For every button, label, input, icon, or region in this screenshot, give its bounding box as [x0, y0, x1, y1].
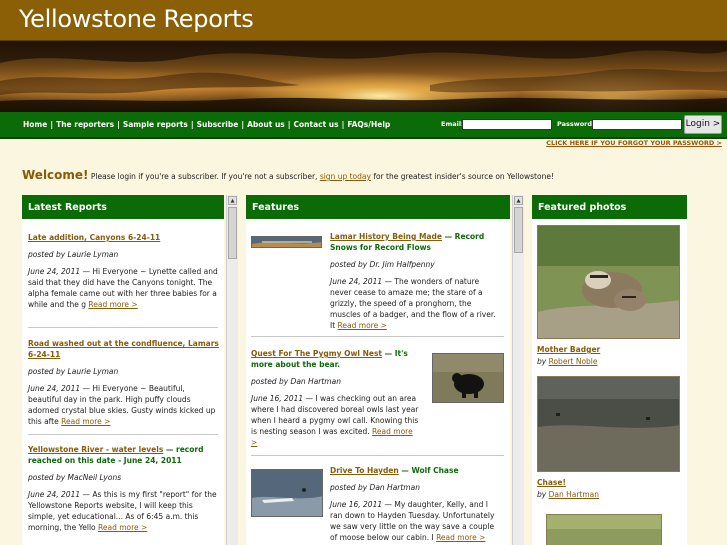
nav-subscribe[interactable]: Subscribe	[197, 120, 239, 129]
main-navbar: Home | The reporters | Sample reports | Subscr…	[0, 112, 727, 139]
feature-excerpt: June 24, 2011 — The wonders of nature ne…	[330, 276, 500, 331]
nav-the-reporters[interactable]: The reporters	[56, 120, 114, 129]
list-item: Yellowstone River - water levels — recor…	[28, 444, 220, 533]
password-field[interactable]	[592, 119, 682, 130]
feature-author: posted by Dr. Jim Halfpenny	[330, 260, 435, 269]
feature-author: posted by Dan Hartman	[251, 377, 341, 386]
report-author: posted by Laurie Lyman	[28, 250, 119, 259]
read-more-link[interactable]: Read more >	[338, 321, 387, 330]
report-excerpt: June 24, 2011 — Hi Everyone ~ Lynette ca…	[28, 266, 220, 310]
nav-separator: |	[50, 120, 54, 129]
photo-credit-prefix: by	[537, 490, 549, 499]
features-heading: Features	[246, 195, 510, 219]
sign-up-link[interactable]: sign up today	[320, 172, 371, 181]
list-item: Late addition, Canyons 6-24-11 posted by…	[28, 232, 220, 310]
read-more-link[interactable]: Read more >	[436, 533, 485, 542]
features-panel: Features Lamar History Being Made — Reco…	[246, 195, 524, 545]
report-date: June 24, 2011	[28, 490, 81, 499]
report-author: posted by Laurie Lyman	[28, 367, 119, 376]
login-button[interactable]: Login >	[684, 115, 722, 134]
scroll-thumb[interactable]	[228, 207, 237, 259]
list-item: Drive To Hayden — Wolf Chase posted by D…	[330, 465, 500, 543]
photos-side-space	[689, 195, 727, 545]
read-more-link[interactable]: Read more >	[88, 300, 137, 309]
feature-title-link[interactable]: Lamar History Being Made	[330, 232, 442, 241]
feature-thumbnail[interactable]	[251, 236, 322, 248]
latest-reports-panel: Latest Reports Late addition, Canyons 6-…	[22, 195, 238, 545]
feature-date: June 16, 2011	[251, 394, 304, 403]
nav-contact-us[interactable]: Contact us	[294, 120, 339, 129]
photo-credit: by Robert Noble	[537, 357, 598, 366]
divider	[28, 434, 218, 435]
featured-photos-list: Mother Badger by Robert Noble Chase! by …	[532, 219, 687, 545]
list-item: Road washed out at the condfluence, Lama…	[28, 338, 220, 427]
report-author: posted by MacNeil Lyons	[28, 473, 122, 482]
divider	[251, 336, 504, 337]
report-title-link[interactable]: Road washed out at the condfluence, Lama…	[28, 339, 219, 359]
feature-excerpt: June 16, 2011 — My daughter, Kelly, and …	[330, 499, 500, 543]
feature-thumbnail[interactable]	[251, 469, 323, 517]
read-more-link[interactable]: Read more >	[61, 417, 110, 426]
scroll-up-arrow-icon[interactable]: ▲	[228, 196, 237, 205]
photo-thumbnail[interactable]	[546, 514, 662, 545]
feature-date: June 16, 2011	[330, 500, 383, 509]
nav-separator: |	[190, 120, 194, 129]
photo-credit: by Dan Hartman	[537, 490, 599, 499]
feature-excerpt: June 16, 2011 — I was checking out an ar…	[251, 393, 421, 448]
nav-separator: |	[117, 120, 120, 129]
nav-separator: |	[241, 120, 245, 129]
nav-about-us[interactable]: About us	[247, 120, 285, 129]
photo-mother-badger[interactable]	[537, 225, 680, 339]
nav-separator: |	[287, 120, 291, 129]
features-scrollbar[interactable]: ▲	[512, 195, 524, 545]
report-title-link[interactable]: Late addition, Canyons 6-24-11	[28, 233, 160, 242]
list-item: Lamar History Being Made — Record Snows …	[330, 231, 500, 331]
latest-reports-scrollbar[interactable]: ▲	[226, 195, 238, 545]
feature-title-link[interactable]: Quest For The Pygmy Owl Nest	[251, 349, 382, 358]
featured-photos-heading: Featured photos	[532, 195, 687, 219]
feature-subtitle: — Wolf Chase	[398, 466, 459, 475]
site-header: Yellowstone Reports	[0, 0, 727, 41]
banner-clouds	[0, 41, 727, 112]
list-item: Quest For The Pygmy Owl Nest — It's more…	[251, 348, 421, 448]
email-field[interactable]	[462, 119, 552, 130]
feature-date: June 24, 2011	[330, 277, 383, 286]
divider	[28, 327, 218, 328]
scroll-thumb[interactable]	[514, 207, 523, 253]
featured-photos-panel: Featured photos Mother Badger by Robert …	[532, 195, 727, 545]
latest-reports-list: Late addition, Canyons 6-24-11 posted by…	[22, 219, 224, 545]
nav-home[interactable]: Home	[23, 120, 47, 129]
feature-title-link[interactable]: Drive To Hayden	[330, 466, 399, 475]
report-title-link[interactable]: Yellowstone River - water levels	[28, 445, 163, 454]
nav-faqs-help[interactable]: FAQs/Help	[347, 120, 390, 129]
email-label: Email:	[441, 120, 464, 128]
divider	[251, 455, 504, 456]
feature-thumbnail[interactable]	[432, 353, 504, 403]
banner-image	[0, 41, 727, 112]
report-date: June 24, 2011	[28, 267, 81, 276]
password-label: Password:	[557, 120, 595, 128]
welcome-message: Welcome! Please login if you're a subscr…	[22, 168, 712, 182]
photographer-link[interactable]: Robert Noble	[549, 357, 598, 366]
report-date: June 24, 2011	[28, 384, 81, 393]
photo-chase[interactable]	[537, 376, 680, 472]
report-excerpt: June 24, 2011 — As this is my first "rep…	[28, 489, 220, 533]
nav-sample-reports[interactable]: Sample reports	[123, 120, 188, 129]
report-excerpt: June 24, 2011 — Hi Everyone ~ Beautiful,…	[28, 383, 220, 427]
photographer-link[interactable]: Dan Hartman	[549, 490, 599, 499]
welcome-heading: Welcome!	[22, 168, 89, 182]
forgot-password-link[interactable]: CLICK HERE IF YOU FORGOT YOUR PASSWORD >	[546, 139, 722, 147]
photo-caption-link[interactable]: Mother Badger	[537, 345, 600, 354]
nav-links: Home | The reporters | Sample reports | Subscr…	[23, 120, 390, 129]
read-more-link[interactable]: Read more >	[98, 523, 147, 532]
features-list: Lamar History Being Made — Record Snows …	[246, 219, 510, 545]
welcome-text: Please login if you're a subscriber. If …	[88, 172, 320, 181]
latest-reports-heading: Latest Reports	[22, 195, 224, 219]
feature-author: posted by Dan Hartman	[330, 483, 420, 492]
scroll-up-arrow-icon[interactable]: ▲	[514, 196, 523, 205]
site-title[interactable]: Yellowstone Reports	[19, 5, 254, 33]
photo-credit-prefix: by	[537, 357, 549, 366]
welcome-text-end: for the greatest insider's source on Yel…	[370, 172, 554, 181]
photo-caption-link[interactable]: Chase!	[537, 478, 566, 487]
